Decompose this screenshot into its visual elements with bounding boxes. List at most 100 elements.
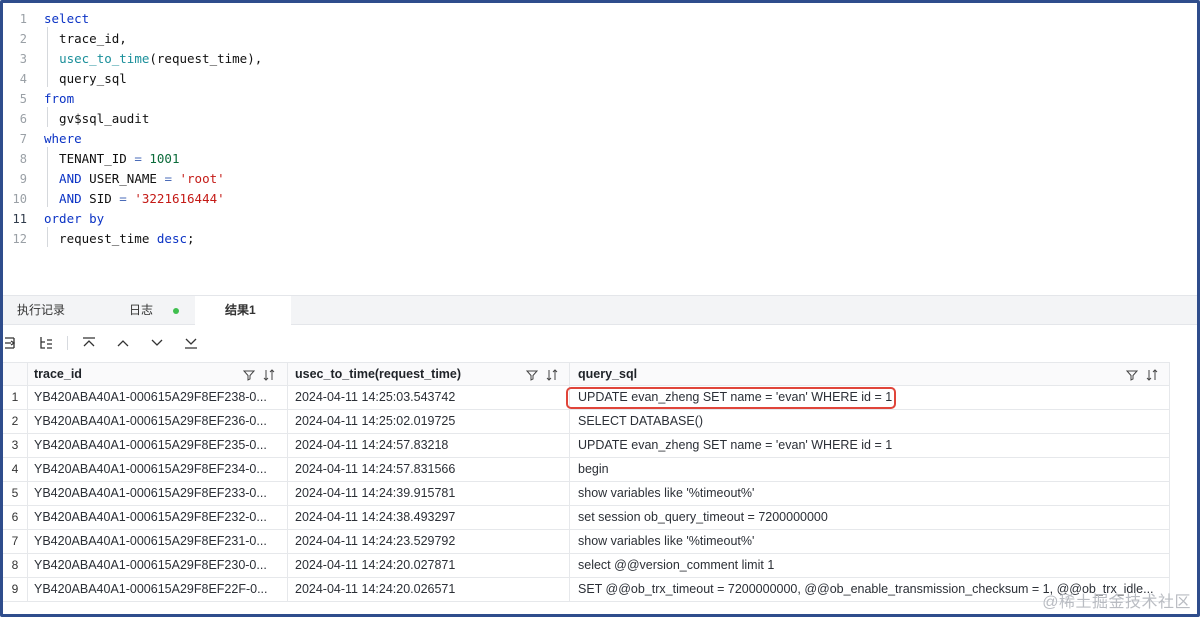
cell-query-sql[interactable]: show variables like '%timeout%'	[578, 530, 1158, 553]
table-row[interactable]: 5 YB420ABA40A1-000615A29F8EF233-0... 2024-…	[3, 482, 1170, 506]
cell-query-sql[interactable]: begin	[578, 458, 1158, 481]
code-text: TENANT_ID = 1001	[44, 149, 179, 169]
col-divider	[287, 506, 288, 530]
table-row[interactable]: 8 YB420ABA40A1-000615A29F8EF230-0... 2024-…	[3, 554, 1170, 578]
last-row-icon[interactable]	[182, 334, 200, 352]
code-token: request_time	[44, 231, 157, 246]
col-divider	[569, 458, 570, 482]
col-divider	[1169, 363, 1170, 387]
cell-request-time[interactable]: 2024-04-11 14:24:20.027871	[295, 554, 561, 577]
tab-history[interactable]: 执行记录	[7, 296, 75, 325]
sort-icon[interactable]	[263, 369, 275, 381]
tree-view-icon[interactable]	[37, 334, 55, 352]
table-row[interactable]: 4 YB420ABA40A1-000615A29F8EF234-0... 2024-…	[3, 458, 1170, 482]
col-divider	[287, 410, 288, 434]
cell-request-time[interactable]: 2024-04-11 14:24:23.529792	[295, 530, 561, 553]
col-divider	[569, 506, 570, 530]
col-divider	[27, 578, 28, 602]
cell-request-time[interactable]: 2024-04-11 14:25:02.019725	[295, 410, 561, 433]
col-divider	[1169, 458, 1170, 482]
table-row[interactable]: 9 YB420ABA40A1-000615A29F8EF22F-0... 2024-…	[3, 578, 1170, 602]
cell-trace-id[interactable]: YB420ABA40A1-000615A29F8EF235-0...	[34, 434, 280, 457]
cell-request-time[interactable]: 2024-04-11 14:24:57.83218	[295, 434, 561, 457]
code-token: AND	[44, 171, 82, 186]
row-number[interactable]: 5	[3, 482, 27, 505]
cell-request-time[interactable]: 2024-04-11 14:25:03.543742	[295, 386, 561, 409]
filter-icon[interactable]	[526, 369, 538, 381]
tab-result[interactable]: 结果1	[195, 296, 291, 325]
col-divider	[287, 434, 288, 458]
cell-query-sql[interactable]: set session ob_query_timeout = 720000000…	[578, 506, 1158, 529]
tab-log[interactable]: 日志	[119, 296, 189, 325]
export-icon[interactable]	[3, 334, 21, 352]
line-number: 10	[12, 192, 27, 206]
row-number[interactable]: 9	[3, 578, 27, 601]
code-text: trace_id,	[44, 29, 127, 49]
line-number: 8	[19, 152, 27, 166]
row-number[interactable]: 2	[3, 410, 27, 433]
first-row-icon[interactable]	[80, 334, 98, 352]
next-row-icon[interactable]	[148, 334, 166, 352]
cell-query-sql[interactable]: show variables like '%timeout%'	[578, 482, 1158, 505]
code-text: usec_to_time(request_time),	[44, 49, 262, 69]
cell-query-sql[interactable]: select @@version_comment limit 1	[578, 554, 1158, 577]
row-number[interactable]: 7	[3, 530, 27, 553]
row-number[interactable]: 1	[3, 386, 27, 409]
cell-request-time[interactable]: 2024-04-11 14:24:39.915781	[295, 482, 561, 505]
col-header-request-time[interactable]: usec_to_time(request_time)	[295, 363, 561, 386]
line-number: 5	[19, 92, 27, 106]
col-divider	[27, 458, 28, 482]
cell-trace-id[interactable]: YB420ABA40A1-000615A29F8EF234-0...	[34, 458, 280, 481]
filter-icon[interactable]	[243, 369, 255, 381]
code-text: query_sql	[44, 69, 127, 89]
col-divider	[1169, 506, 1170, 530]
cell-trace-id[interactable]: YB420ABA40A1-000615A29F8EF22F-0...	[34, 578, 280, 601]
code-token: select	[44, 11, 90, 26]
sort-icon[interactable]	[1146, 369, 1158, 381]
cell-trace-id[interactable]: YB420ABA40A1-000615A29F8EF232-0...	[34, 506, 280, 529]
sql-editor[interactable]: 1 select 2 trace_id, 3 usec_to_time(request…	[3, 7, 1197, 295]
line-number: 6	[19, 112, 27, 126]
line-number: 3	[19, 52, 27, 66]
col-divider	[287, 482, 288, 506]
row-number[interactable]: 6	[3, 506, 27, 529]
prev-row-icon[interactable]	[114, 334, 132, 352]
table-row[interactable]: 2 YB420ABA40A1-000615A29F8EF236-0... 2024-…	[3, 410, 1170, 434]
sort-icon[interactable]	[546, 369, 558, 381]
code-token: desc	[156, 231, 187, 246]
code-token: =	[164, 171, 172, 186]
filter-icon[interactable]	[1126, 369, 1138, 381]
col-divider	[569, 482, 570, 506]
table-row[interactable]: 3 YB420ABA40A1-000615A29F8EF235-0... 2024-…	[3, 434, 1170, 458]
row-number[interactable]: 8	[3, 554, 27, 577]
cell-request-time[interactable]: 2024-04-11 14:24:20.026571	[295, 578, 561, 601]
cell-trace-id[interactable]: YB420ABA40A1-000615A29F8EF233-0...	[34, 482, 280, 505]
row-number[interactable]: 4	[3, 458, 27, 481]
code-token: trace_id,	[44, 31, 127, 46]
cell-trace-id[interactable]: YB420ABA40A1-000615A29F8EF238-0...	[34, 386, 280, 409]
code-token: =	[134, 151, 142, 166]
table-row[interactable]: 6 YB420ABA40A1-000615A29F8EF232-0... 2024-…	[3, 506, 1170, 530]
cell-request-time[interactable]: 2024-04-11 14:24:38.493297	[295, 506, 561, 529]
col-divider	[1169, 386, 1170, 410]
table-row[interactable]: 7 YB420ABA40A1-000615A29F8EF231-0... 2024-…	[3, 530, 1170, 554]
col-divider	[1169, 434, 1170, 458]
cell-trace-id[interactable]: YB420ABA40A1-000615A29F8EF231-0...	[34, 530, 280, 553]
col-divider	[287, 578, 288, 602]
code-token: ;	[187, 231, 195, 246]
row-number[interactable]: 3	[3, 434, 27, 457]
col-divider	[287, 363, 288, 387]
cell-query-sql[interactable]: SELECT DATABASE()	[578, 410, 1158, 433]
code-token: gv$sql_audit	[44, 111, 150, 126]
code-token: order by	[44, 211, 105, 226]
cell-trace-id[interactable]: YB420ABA40A1-000615A29F8EF236-0...	[34, 410, 280, 433]
col-header-query-sql[interactable]: query_sql	[578, 363, 1158, 386]
code-token: (request_time),	[149, 51, 263, 66]
cell-request-time[interactable]: 2024-04-11 14:24:57.831566	[295, 458, 561, 481]
cell-query-sql[interactable]: UPDATE evan_zheng SET name = 'evan' WHER…	[578, 434, 1158, 457]
cell-trace-id[interactable]: YB420ABA40A1-000615A29F8EF230-0...	[34, 554, 280, 577]
code-text: order by	[44, 209, 104, 229]
col-divider	[569, 578, 570, 602]
